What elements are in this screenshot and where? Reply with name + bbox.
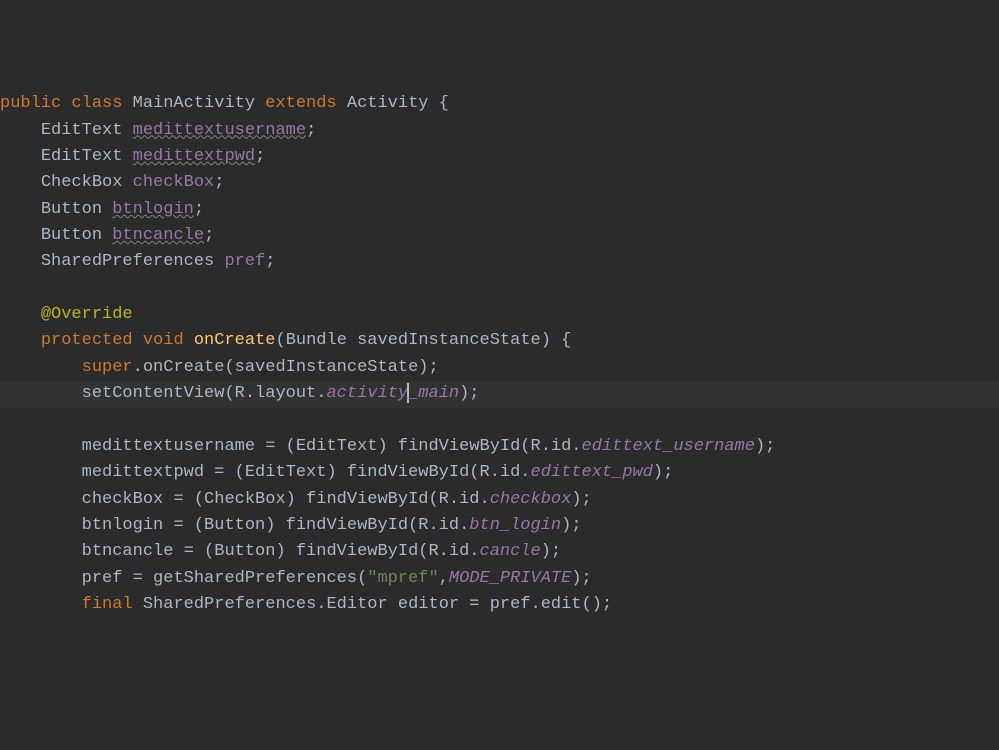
stmt: medittextusername = (EditText) findViewB… [82,437,582,456]
field: btncancle [112,226,204,245]
keyword: final [82,595,133,614]
blank-line [0,276,999,302]
semicolon: ; [265,252,275,271]
end: ); [571,490,591,509]
brace: { [439,94,449,113]
stmt: checkBox = (CheckBox) findViewById(R.id. [82,490,490,509]
semicolon: ; [306,121,316,140]
resource-id: _main [408,384,459,403]
call: onCreate(savedInstanceState); [143,358,439,377]
code-line: @Override [0,302,999,328]
resource-id: checkbox [490,490,572,509]
code-line: final SharedPreferences.Editor editor = … [0,592,999,618]
resource-id: edittext_username [582,437,755,456]
code-line: public class MainActivity extends Activi… [0,91,999,117]
semicolon: ; [204,226,214,245]
code-line: Button btncancle; [0,223,999,249]
end: ); [571,569,591,588]
paren: ) [541,331,551,350]
stmt: pref = getSharedPreferences( [82,569,368,588]
keyword: void [143,331,184,350]
end: ); [755,437,775,456]
type: SharedPreferences [41,252,214,271]
keyword: super [82,358,133,377]
semicolon: ; [214,173,224,192]
type: Button [41,200,102,219]
keyword: protected [41,331,133,350]
constant: MODE_PRIVATE [449,569,571,588]
type: EditText [41,121,123,140]
code-line: SharedPreferences pref; [0,249,999,275]
param-type: Bundle [286,331,347,350]
end: ); [541,542,561,561]
resource-id: activity [326,384,408,403]
stmt: btnlogin = (Button) findViewById(R.id. [82,516,470,535]
method-name: onCreate [194,331,276,350]
keyword: extends [265,94,336,113]
code-editor[interactable]: public class MainActivity extends Activi… [0,91,999,618]
code-line: Button btnlogin; [0,197,999,223]
code-line: btnlogin = (Button) findViewById(R.id.bt… [0,513,999,539]
annotation: @Override [41,305,133,324]
field: medittextusername [133,121,306,140]
comma: , [439,569,449,588]
type: CheckBox [41,173,123,192]
code-line: btncancle = (Button) findViewById(R.id.c… [0,539,999,565]
string-literal: "mpref" [367,569,438,588]
stmt: medittextpwd = (EditText) findViewById(R… [82,463,531,482]
resource-id: cancle [480,542,541,561]
code-line: medittextusername = (EditText) findViewB… [0,434,999,460]
field: btnlogin [112,200,194,219]
field: medittextpwd [133,147,255,166]
code-line-active: setContentView(R.layout.activity_main); [0,381,999,407]
field: pref [224,252,265,271]
parent-class: Activity [347,94,429,113]
type: Button [41,226,102,245]
semicolon: ; [194,200,204,219]
stmt: btncancle = (Button) findViewById(R.id. [82,542,480,561]
semicolon: ; [255,147,265,166]
class-name: MainActivity [133,94,255,113]
blank-line [0,408,999,434]
end: ); [561,516,581,535]
code-line: EditText medittextpwd; [0,144,999,170]
code-line: protected void onCreate(Bundle savedInst… [0,328,999,354]
param-name: savedInstanceState [357,331,541,350]
stmt: SharedPreferences.Editor editor = pref.e… [133,595,612,614]
code-line: super.onCreate(savedInstanceState); [0,355,999,381]
end: ); [653,463,673,482]
code-line: medittextpwd = (EditText) findViewById(R… [0,460,999,486]
code-line: EditText medittextusername; [0,118,999,144]
code-line: CheckBox checkBox; [0,170,999,196]
call: setContentView(R.layout. [82,384,327,403]
resource-id: edittext_pwd [531,463,653,482]
code-line: pref = getSharedPreferences("mpref",MODE… [0,566,999,592]
type: EditText [41,147,123,166]
resource-id: btn_login [469,516,561,535]
dot: . [133,358,143,377]
brace: { [551,331,571,350]
keyword: public class [0,94,122,113]
end: ); [459,384,479,403]
field: checkBox [133,173,215,192]
paren: ( [275,331,285,350]
